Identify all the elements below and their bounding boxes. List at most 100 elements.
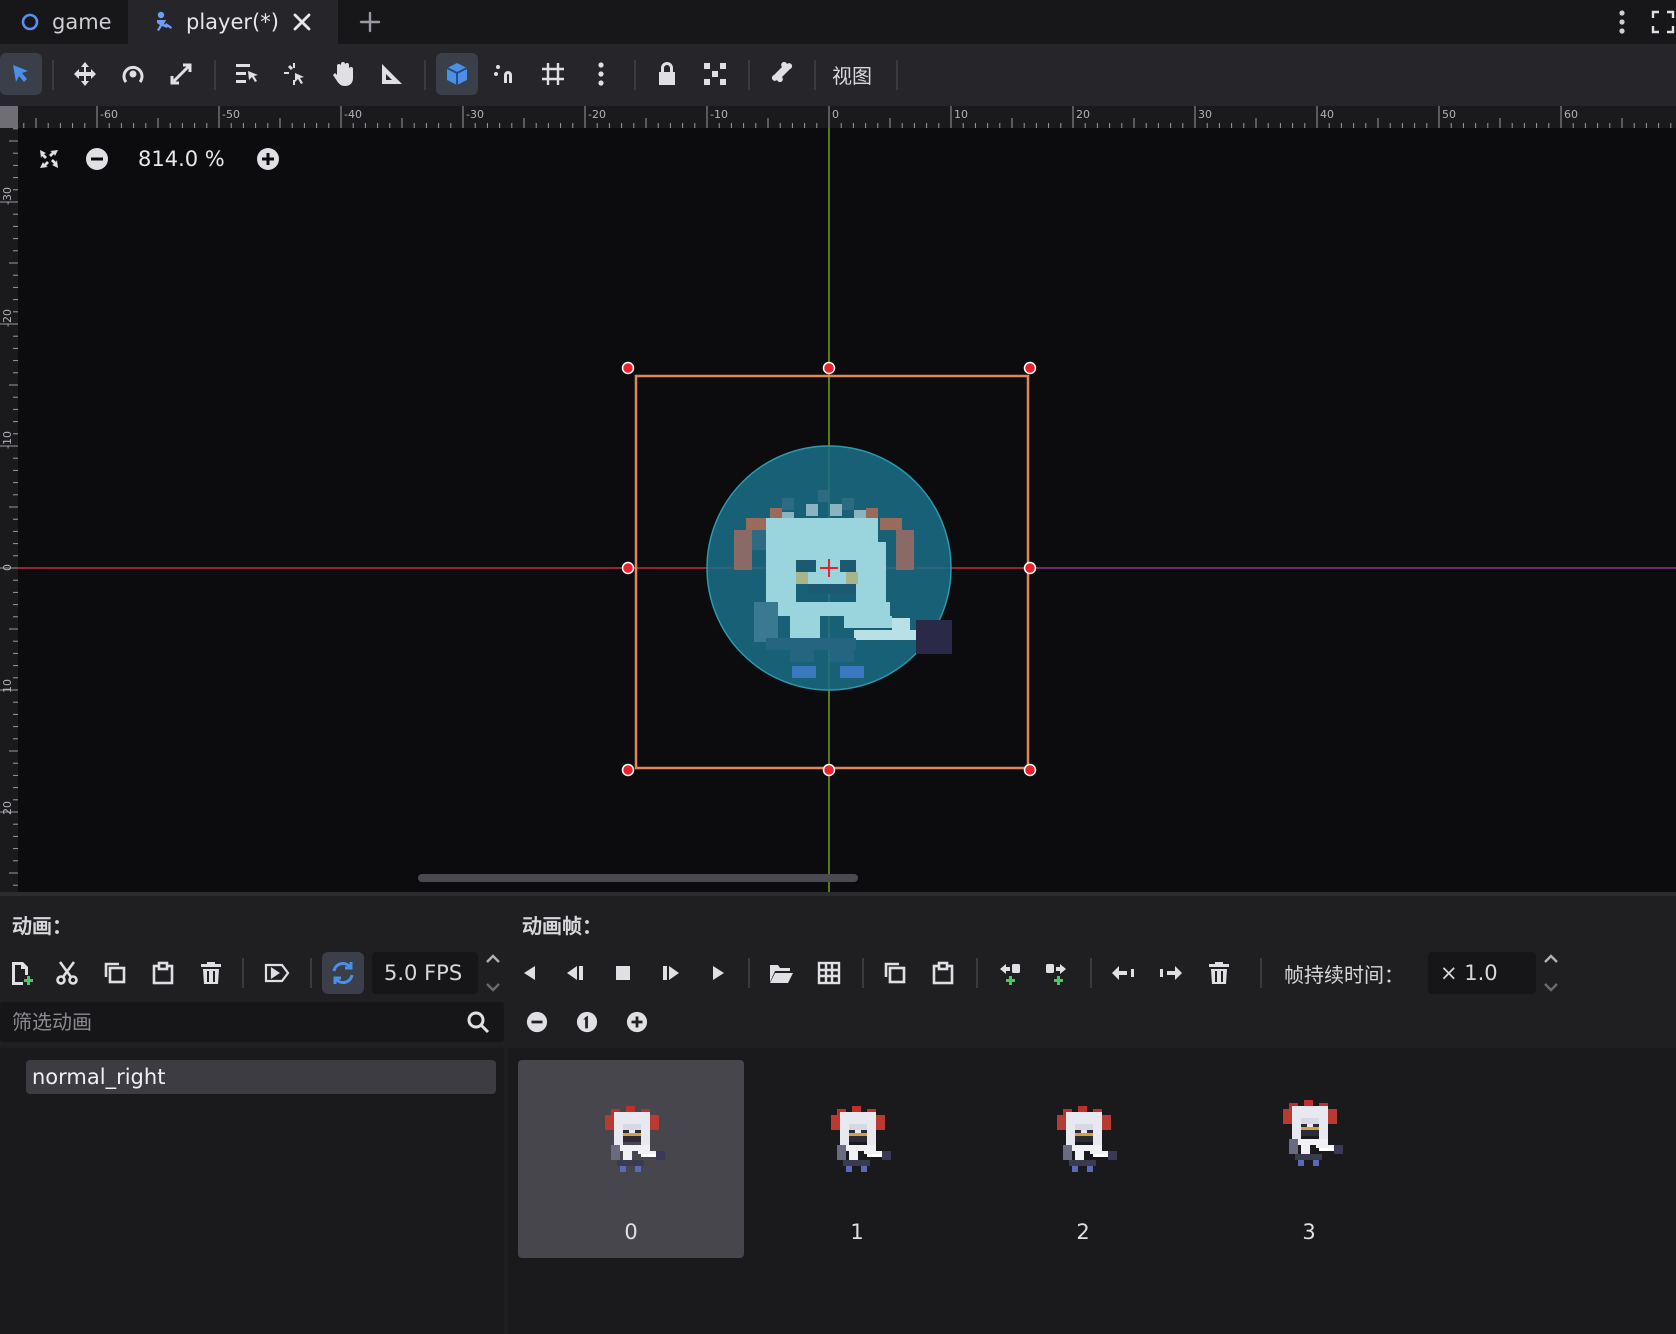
pan-tool-button[interactable] [322,53,364,95]
frame-item[interactable]: 0 [518,1060,744,1258]
animations-title: 动画： [12,914,72,938]
paste-frame-button[interactable] [922,952,964,994]
select-tool-button[interactable] [0,53,42,95]
pointer-icon [13,65,28,82]
zoom-out-icon[interactable] [80,142,114,176]
snap-options-menu[interactable] [580,53,622,95]
step-back-icon [567,966,583,980]
paste-icon [932,961,954,985]
canvas-viewport[interactable]: -60 -50 -40 -30 -20 -10 0 10 20 30 40 50 60 -30 -20 -1… [0,106,1676,892]
sprite-sheet-grid-icon [817,961,841,985]
toolbar-separator [52,60,54,90]
loop-icon [332,962,354,984]
chevron-up-icon [486,954,500,963]
center-view-icon[interactable] [32,142,66,176]
play-backwards-from-end-button[interactable] [508,952,550,994]
animation-list-item[interactable]: normal_right [26,1060,496,1094]
move-frame-right-button[interactable] [1150,952,1192,994]
lock-button[interactable] [646,53,688,95]
play-button[interactable] [698,952,740,994]
copy-icon [884,962,906,984]
play-backwards-button[interactable] [554,952,596,994]
rotate-tool-button[interactable] [112,53,154,95]
play-from-start-button[interactable] [650,952,692,994]
play-icon [713,966,724,980]
toolbar-separator [634,60,636,90]
cut-animation-button[interactable] [46,952,88,994]
tab-player[interactable]: player(*) [128,0,338,44]
fps-spinner[interactable] [484,952,502,994]
frame-thumbnail [1057,1106,1117,1172]
move-left-icon [1112,966,1134,980]
panel-separator [862,958,864,988]
insert-empty-before-button[interactable] [988,952,1030,994]
smart-snap-toggle[interactable] [436,53,478,95]
pivot-tool-button[interactable] [274,53,316,95]
snap-toggle[interactable] [484,53,526,95]
list-select-icon [236,64,258,83]
toolbar-separator [814,60,816,90]
handle-right [1023,561,1037,575]
move-right-icon [1160,966,1182,980]
grid-snap-toggle[interactable] [532,53,574,95]
play-reverse-icon [524,966,535,980]
filter-animations-field[interactable] [0,1002,504,1042]
zoom-level-label[interactable]: 814.0 % [138,147,225,171]
scissors-icon [56,961,78,985]
zoom-in-icon[interactable] [620,1005,654,1039]
stop-button[interactable] [602,952,644,994]
trash-icon [201,962,221,984]
close-icon[interactable] [288,8,316,36]
zoom-out-icon[interactable] [520,1005,554,1039]
move-tool-button[interactable] [64,53,106,95]
frame-index: 0 [624,1220,638,1244]
loop-toggle-button[interactable] [322,952,364,994]
new-file-icon [12,962,33,985]
ruler-tool-button[interactable] [370,53,412,95]
skeleton-button[interactable] [760,53,802,95]
search-icon [467,1011,490,1034]
tab-game[interactable]: game [16,0,112,44]
add-tab-icon[interactable] [354,6,386,38]
handle-bottom-right [1023,763,1037,777]
panel-separator [310,958,312,988]
hand-icon [333,62,353,86]
insert-after-icon [1046,964,1066,985]
horizontal-scrollbar[interactable] [418,874,858,882]
view-menu-button[interactable]: 视图 [832,53,872,95]
panel-separator [748,958,750,988]
trash-icon [1209,962,1229,984]
frame-item[interactable]: 3 [1196,1060,1422,1258]
copy-frame-button[interactable] [874,952,916,994]
canvas-toolbar: 视图 [0,44,1676,106]
add-frames-from-sheet-button[interactable] [808,952,850,994]
filter-animations-input[interactable] [0,1002,440,1042]
canvas-drawing [18,128,1676,892]
group-button[interactable] [694,53,736,95]
frame-duration-field[interactable]: × 1.0 [1428,952,1536,994]
step-forward-icon [663,966,679,980]
tab-player-label: player(*) [186,10,279,34]
scale-tool-button[interactable] [160,53,202,95]
frames-grid: 0 1 2 3 [508,1048,1676,1334]
delete-animation-button[interactable] [190,952,232,994]
panel-separator [1260,958,1262,988]
more-vertical-icon[interactable] [1612,6,1632,38]
insert-empty-after-button[interactable] [1036,952,1078,994]
delete-frame-button[interactable] [1198,952,1240,994]
paste-animation-button[interactable] [142,952,184,994]
fps-field[interactable]: 5.0 FPS [372,952,478,994]
move-frame-left-button[interactable] [1102,952,1144,994]
new-animation-button[interactable] [0,952,42,994]
list-select-button[interactable] [226,53,268,95]
frame-item[interactable]: 1 [744,1060,970,1258]
add-frame-from-file-button[interactable] [760,952,802,994]
zoom-reset-icon[interactable] [570,1005,604,1039]
copy-animation-button[interactable] [94,952,136,994]
autoplay-on-load-button[interactable] [256,952,298,994]
zoom-in-icon[interactable] [251,142,285,176]
frame-item[interactable]: 2 [970,1060,1196,1258]
fullscreen-icon[interactable] [1650,6,1676,38]
duration-spinner[interactable] [1542,952,1560,994]
panel-separator [242,958,244,988]
